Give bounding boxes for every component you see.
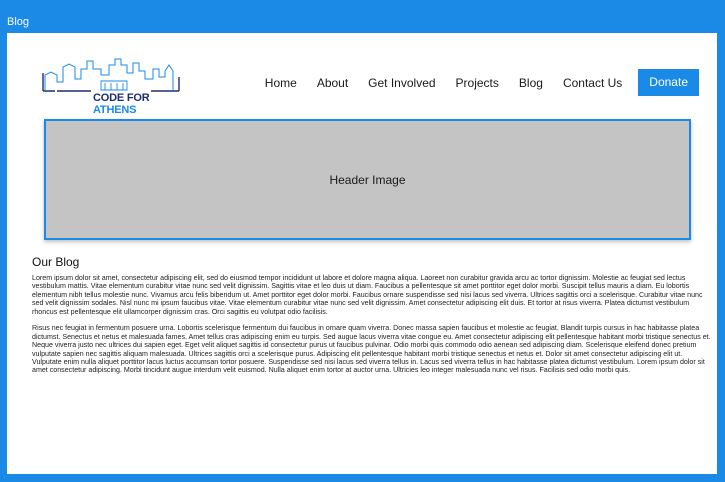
nav-home[interactable]: Home [265, 76, 297, 90]
nav-blog[interactable]: Blog [519, 76, 543, 90]
window-title: Blog [7, 16, 30, 28]
nav-projects[interactable]: Projects [456, 76, 499, 90]
main-nav: Home About Get Involved Projects Blog Co… [245, 69, 699, 96]
donate-button[interactable]: Donate [638, 69, 699, 96]
blog-paragraph: Risus nec feugiat in fermentum posuere u… [32, 324, 711, 375]
site-logo[interactable]: CODE FOR ATHENS [41, 55, 181, 116]
nav-contact-us[interactable]: Contact Us [563, 76, 622, 90]
logo-text: CODE FOR ATHENS [93, 92, 150, 116]
nav-get-involved[interactable]: Get Involved [368, 76, 435, 90]
header-image: Header Image [44, 119, 691, 240]
blog-paragraph: Lorem ipsum dolor sit amet, consectetur … [32, 274, 703, 316]
blog-section: Our Blog Lorem ipsum dolor sit amet, con… [32, 255, 712, 383]
nav-about[interactable]: About [317, 76, 348, 90]
header-image-label: Header Image [329, 172, 406, 187]
page-panel: CODE FOR ATHENS Home About Get Involved … [7, 33, 717, 474]
blog-title: Our Blog [32, 255, 80, 269]
